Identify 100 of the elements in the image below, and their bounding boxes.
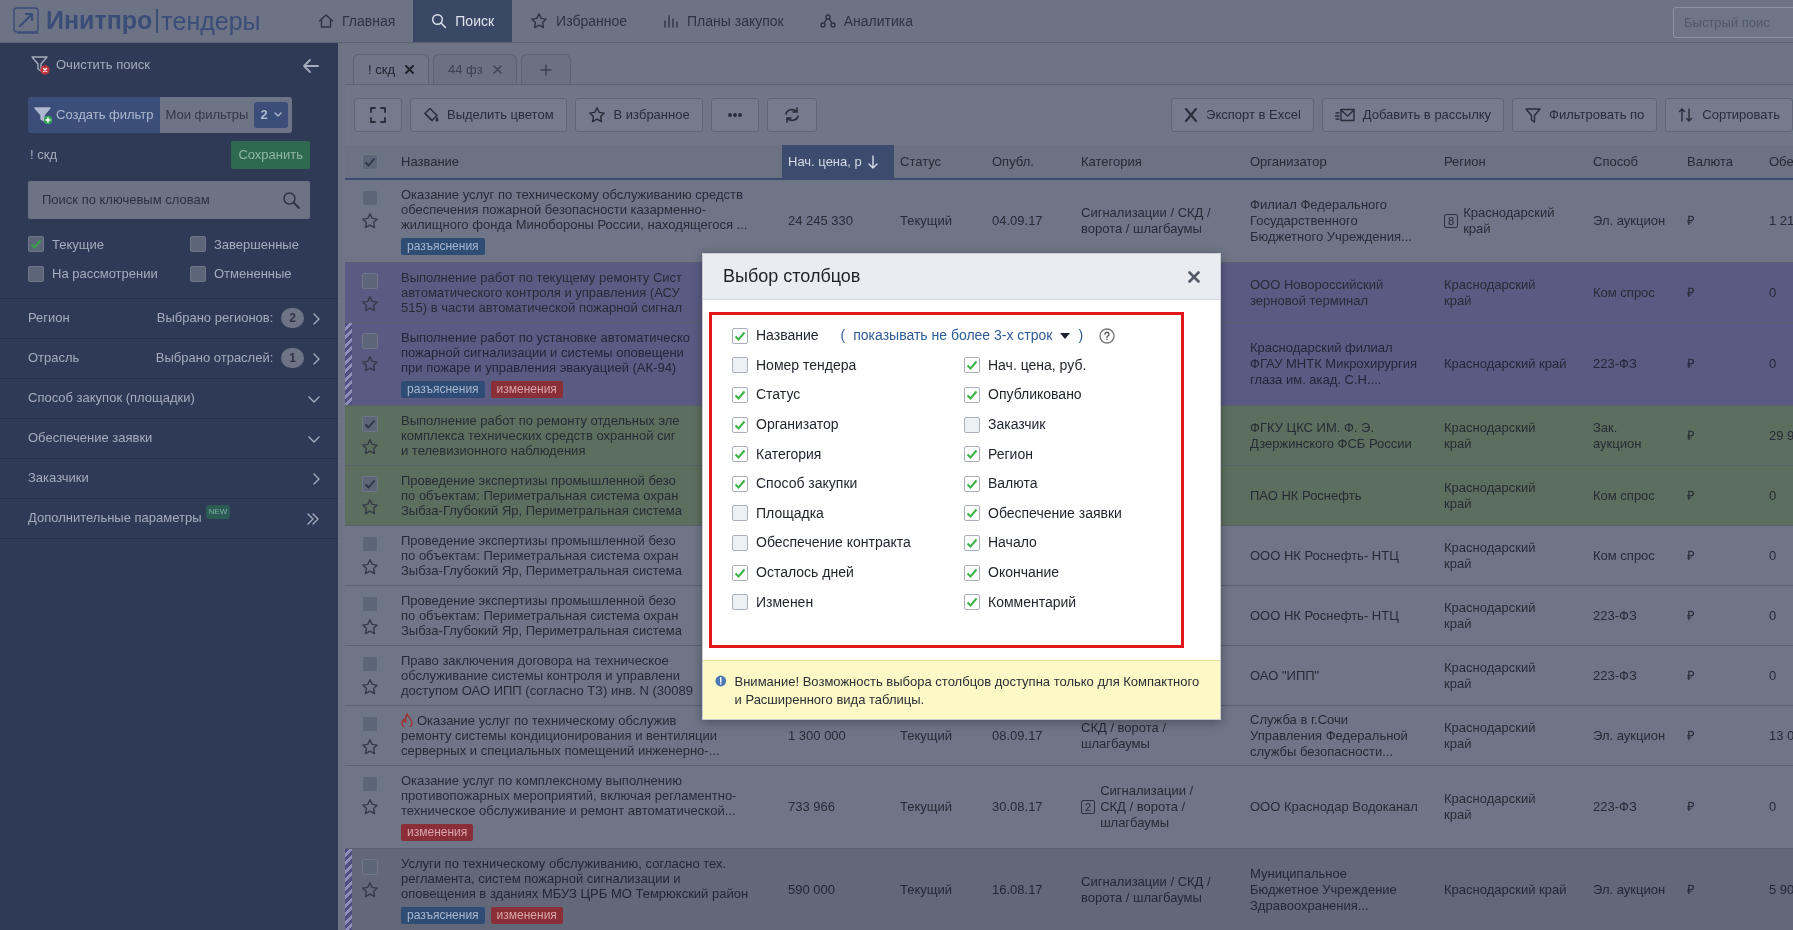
table-cell: 30.08.17 [992,799,1043,815]
table-cell: ООО Краснодар Водоканал [1250,799,1418,815]
option-label: Опубликовано [988,385,1082,405]
table-cell: 04.09.17 [992,213,1043,229]
table-cell: ПАО НК Роснефть [1250,487,1362,504]
table-cell: 0 [1769,667,1777,684]
option-label: Комментарий [988,592,1077,612]
table-cell: Краснодарский край [1444,659,1536,692]
section-label: Регион [28,309,70,328]
option-label: Категория [756,444,822,464]
table-cell: ФГКУ ЦКС ИМ. Ф. Э. Дзержинского ФСБ России [1250,419,1412,452]
table-cell: Муниципальное Бюджетное Учреждение Здравоохранения... [1250,866,1397,914]
table-cell: 24 245 330 [788,213,854,229]
table-cell: 0 [1769,799,1777,815]
table-cell: ₽ [1687,799,1695,815]
table-cell: Эл. аукцион [1593,213,1666,229]
table-cell: Эл. аукцион [1593,882,1666,898]
table-cell: ₽ [1687,882,1695,898]
tag: изменения [401,824,474,841]
table-cell: 223-ФЗ [1593,799,1637,815]
section-label: Способ закупок (площадки) [28,389,195,408]
table-cell: 29 9 [1769,427,1793,444]
table-cell: Сигнализации / СКД / ворота / шлагбаумы [1081,874,1211,906]
checkbox-label: Завершенные [214,235,299,254]
table-cell: Служба в г.Сочи Управления Федеральной службы безопасности... [1250,711,1408,760]
option-label: Статус [756,385,801,405]
table-cell: 590 000 [788,882,835,898]
table-cell: Текущий [900,799,952,815]
table-cell: 16.08.17 [992,882,1043,898]
table-cell: 08.09.17 [992,727,1043,744]
table-cell: Ком спрос [1593,284,1655,301]
table-cell: ОАО "ИПП" [1250,667,1320,684]
table-cell: Ком спрос [1593,547,1655,564]
option-label: Осталось дней [756,563,854,583]
table-cell: 0 [1769,607,1777,624]
table-cell: ₽ [1687,487,1695,504]
table-cell: Краснодарский край [1444,356,1567,372]
parenthesis: ( [840,326,846,346]
table-cell: Филиал Федерального Государственного Бюджетного Учреждения... [1250,197,1412,245]
table-cell: Краснодарский край [1444,276,1536,309]
option-label: Заказчик [988,415,1046,435]
section-label: Отрасль [28,349,80,368]
checkbox-label: Отмененные [214,265,292,283]
table-cell: Текущий [900,727,952,744]
table-cell: Краснодарский край [1444,599,1536,632]
section-label: Обеспечение заявки [28,429,153,448]
table-cell: 223-ФЗ [1593,607,1637,624]
tag: разъяснения [401,907,485,924]
table-cell: 0 [1769,356,1777,372]
parenthesis: ) [1078,326,1084,346]
table-cell: 0 [1769,547,1777,564]
table-cell: Текущий [900,213,952,229]
option-label: Название [756,326,819,346]
table-cell: 733 966 [788,799,835,815]
tag: разъяснения [401,238,485,255]
warning-text: Внимание! Возможность выбора столбцов доступна только для Компактного и Расширенного вида таблицы. [734,672,1201,709]
filter-name: ! скд [30,146,57,164]
table-cell: Краснодарский край [1444,719,1536,752]
table-cell: ₽ [1687,427,1695,444]
option-label: Площадка [756,503,824,523]
table-cell: ООО НК Роснефть- НТЦ [1250,547,1399,564]
table-cell: ₽ [1687,284,1695,301]
table-cell: Текущий [900,882,952,898]
option-label: Обеспечение контракта [756,533,911,553]
section-label: Заказчики [28,469,89,488]
option-label: Начало [988,533,1037,553]
count-badge: 2 [1081,800,1096,814]
table-cell: ₽ [1687,727,1695,744]
count-badge: 8 [1444,214,1459,228]
count-badge: 2 [281,308,304,328]
table-cell: Зак. аукцион [1593,419,1642,452]
table-cell: 1 21 [1769,213,1793,229]
option-label: Изменен [756,592,814,612]
tag: разъяснения [401,381,485,398]
table-cell: 223-ФЗ [1593,667,1637,684]
option-label: Обеспечение заявки [988,503,1122,523]
option-label: Окончание [988,563,1060,583]
section-label: Дополнительные параметры [28,509,202,528]
table-cell: ₽ [1687,213,1695,229]
table-cell: 5 90 [1769,882,1793,898]
table-cell: Краснодарский край [1444,539,1536,572]
table-cell: ₽ [1687,607,1695,624]
table-cell: 223-ФЗ [1593,356,1637,372]
table-cell: ООО Новороссийский зерновой терминал [1250,276,1384,309]
option-label: Валюта [988,474,1038,494]
table-cell: 13 0 [1769,727,1793,744]
table-cell: Краснодарский край [1444,791,1536,823]
checkbox-label: На рассмотрении [52,265,158,283]
option-label: Способ закупки [756,474,858,494]
tag: изменения [490,907,563,924]
table-cell: Краснодарский край [1463,205,1555,237]
table-cell: 0 [1769,284,1777,301]
table-cell: Краснодарский филиал ФГАУ МНТК Микрохирургия глаза им. акад. С.Н.... [1250,340,1417,388]
option-label: Регион [988,444,1033,464]
count-badge: 1 [281,348,304,368]
option-label: Номер тендера [756,355,857,375]
option-label: Организатор [756,415,839,435]
table-cell: ООО НК Роснефть- НТЦ [1250,607,1399,624]
new-badge: NEW [205,504,231,519]
table-cell: Эл. аукцион [1593,727,1666,744]
